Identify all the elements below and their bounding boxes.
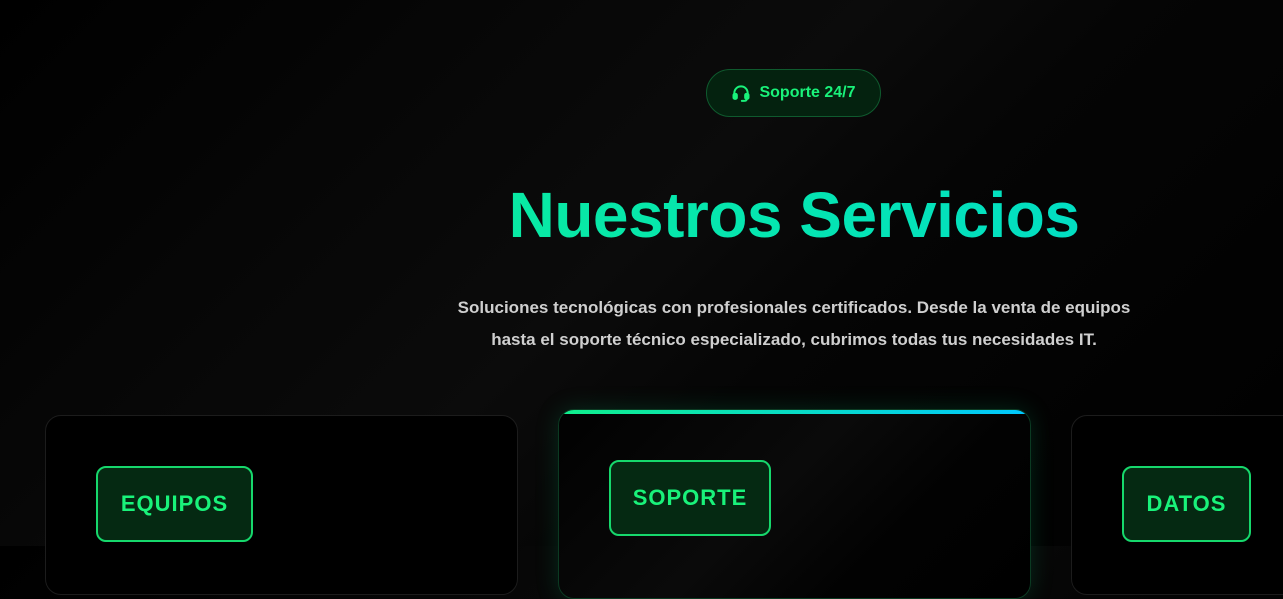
subtitle-line-2: hasta el soporte técnico especializado, …	[491, 330, 1097, 349]
section-title: Nuestros Servicios	[0, 176, 1283, 254]
service-card-soporte[interactable]: SOPORTE	[558, 409, 1031, 599]
subtitle-line-1: Soluciones tecnológicas con profesionale…	[457, 298, 1131, 317]
service-chip-soporte: SOPORTE	[609, 460, 771, 536]
card-accent-bar	[559, 410, 1030, 414]
service-chip-equipos: EQUIPOS	[96, 466, 253, 542]
headset-icon	[731, 83, 751, 103]
support-badge: Soporte 24/7	[706, 69, 881, 117]
support-badge-label: Soporte 24/7	[759, 84, 856, 101]
section-subtitle: Soluciones tecnológicas con profesionale…	[0, 292, 1283, 356]
service-card-equipos[interactable]: EQUIPOS	[45, 415, 518, 595]
services-section: { "badge": { "icon": "headset-icon", "la…	[0, 0, 1283, 599]
service-chip-datos: DATOS	[1122, 466, 1251, 542]
service-card-datos[interactable]: DATOS	[1071, 415, 1283, 595]
